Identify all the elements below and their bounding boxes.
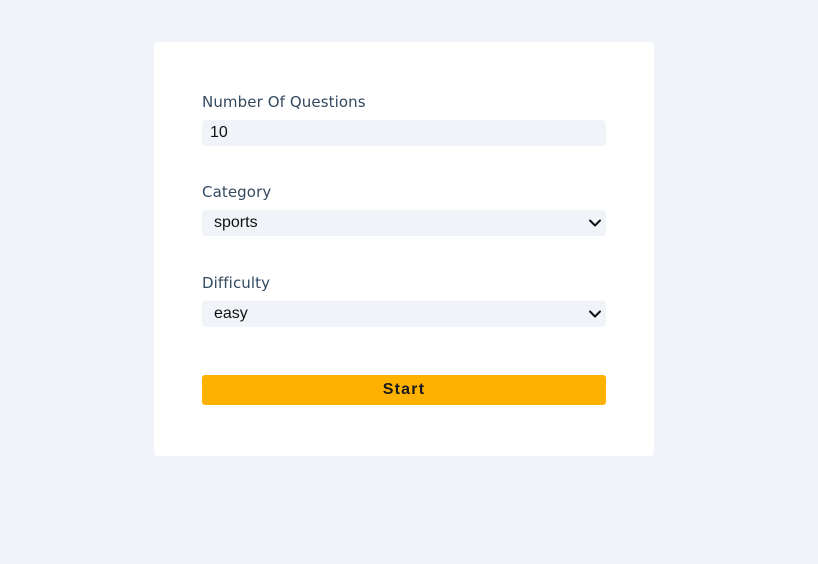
chevron-down-icon [589, 310, 601, 318]
chevron-down-icon [589, 219, 601, 227]
quiz-setup-card: Number Of Questions 10 Category sports D… [154, 42, 654, 456]
questions-input[interactable]: 10 [202, 120, 606, 146]
category-field: Category sports [202, 182, 606, 236]
category-selected-value: sports [214, 214, 258, 231]
questions-label: Number Of Questions [202, 93, 366, 111]
difficulty-selected-value: easy [214, 305, 248, 322]
difficulty-select[interactable]: easy [202, 301, 606, 327]
questions-field: Number Of Questions 10 [202, 92, 606, 146]
start-button[interactable]: Start [202, 375, 606, 405]
category-select[interactable]: sports [202, 210, 606, 236]
category-label: Category [202, 183, 272, 201]
difficulty-field: Difficulty easy [202, 273, 606, 327]
questions-value: 10 [210, 124, 228, 141]
difficulty-label: Difficulty [202, 274, 271, 292]
